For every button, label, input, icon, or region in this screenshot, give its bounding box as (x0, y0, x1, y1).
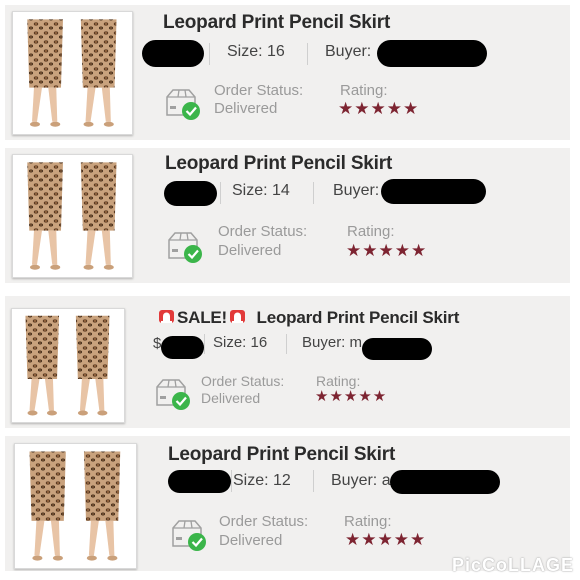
skirt-back-view (75, 315, 110, 416)
divider (307, 43, 308, 65)
order-status-value: Delivered (201, 390, 261, 406)
product-thumbnail[interactable] (14, 443, 137, 569)
order-status-label: Order Status: (201, 373, 285, 389)
delivered-box-icon (172, 520, 206, 551)
listing-title[interactable]: SALE! Leopard Print Pencil Skirt (156, 308, 459, 328)
order-status-value: Delivered (219, 532, 283, 549)
price-prefix: $ (153, 335, 162, 352)
redacted-price (168, 470, 231, 493)
divider (313, 470, 314, 492)
listing-card[interactable]: Leopard Print Pencil Skirt Size: 12 Buye… (5, 436, 570, 571)
order-status-value: Delivered (214, 100, 278, 117)
order-status-label: Order Status: (218, 223, 308, 240)
rating-label: Rating: (347, 223, 395, 240)
product-thumbnail[interactable] (11, 308, 125, 423)
size-label: Size: 12 (233, 472, 291, 489)
buyer-label: Buyer: a (331, 472, 391, 489)
skirt-back-view (80, 19, 117, 127)
listing-card[interactable]: Leopard Print Pencil Skirt Size: 16 Buye… (5, 5, 570, 140)
buyer-label: Buyer: m (302, 334, 363, 351)
listing-card[interactable]: Leopard Print Pencil Skirt Size: 14 Buye… (5, 148, 570, 283)
order-status-label: Order Status: (214, 82, 304, 99)
product-thumbnail[interactable] (12, 154, 133, 278)
divider (231, 470, 232, 492)
listing-title[interactable]: Leopard Print Pencil Skirt (163, 12, 390, 34)
skirt-back-view (83, 451, 121, 561)
divider (313, 182, 314, 204)
divider (286, 334, 287, 354)
rating-stars: ★★★★★ (345, 530, 427, 549)
skirt-back-view (80, 162, 117, 270)
rating-stars: ★★★★★ (315, 388, 388, 405)
listing-title-text: Leopard Print Pencil Skirt (256, 308, 460, 327)
size-label: Size: 14 (232, 182, 290, 199)
rating-label: Rating: (344, 513, 392, 530)
order-status-value: Delivered (218, 242, 282, 259)
size-label: Size: 16 (213, 334, 268, 351)
delivered-box-icon (156, 379, 190, 410)
redacted-price (142, 40, 204, 67)
buyer-label: Buyer: (325, 43, 372, 60)
skirt-image (25, 315, 110, 416)
sale-label: SALE! (177, 308, 228, 327)
redacted-buyer (381, 179, 486, 204)
divider (204, 334, 205, 354)
skirt-image (29, 451, 121, 561)
order-status-label: Order Status: (219, 513, 309, 530)
redacted-buyer (377, 40, 487, 67)
skirt-front-view (27, 19, 63, 127)
listing-title[interactable]: Leopard Print Pencil Skirt (165, 153, 392, 175)
rating-stars: ★★★★★ (338, 99, 420, 118)
rating-stars: ★★★★★ (346, 241, 428, 260)
siren-icon (230, 310, 246, 323)
divider (220, 182, 221, 204)
divider (209, 43, 210, 65)
collage-watermark: PicCoLLAGE (451, 555, 574, 575)
rating-label: Rating: (340, 82, 388, 99)
delivered-box-icon (166, 89, 200, 120)
skirt-image (27, 162, 117, 270)
redacted-buyer (362, 338, 432, 360)
redacted-price (164, 181, 217, 206)
delivered-box-icon (168, 232, 202, 263)
product-thumbnail[interactable] (12, 11, 133, 135)
skirt-front-view (29, 451, 66, 561)
listing-title[interactable]: Leopard Print Pencil Skirt (168, 444, 395, 466)
redacted-price (161, 336, 204, 359)
skirt-front-view (27, 162, 63, 270)
skirt-front-view (25, 315, 60, 416)
redacted-buyer (390, 470, 500, 494)
listing-card[interactable]: SALE! Leopard Print Pencil Skirt $ Size:… (5, 296, 570, 428)
buyer-label: Buyer: (333, 182, 380, 199)
skirt-image (27, 19, 117, 127)
siren-icon (159, 310, 174, 323)
size-label: Size: 16 (227, 43, 285, 60)
